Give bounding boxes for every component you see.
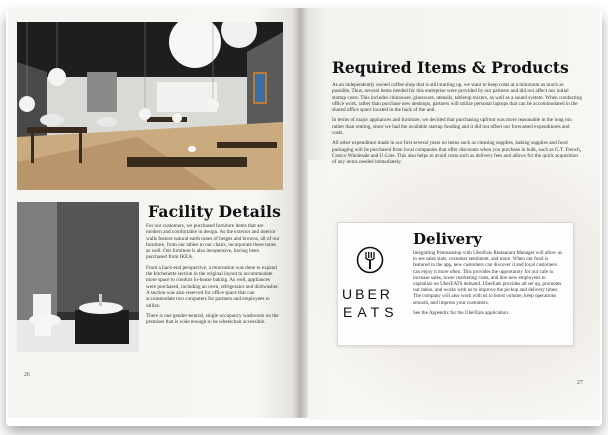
- facility-details-heading: Facility Details: [148, 202, 282, 221]
- delivery-paragraph: See the Appendix for the UberEats applic…: [413, 309, 510, 316]
- delivery-paragraph: Integrating Penmanship with UberEats Res…: [413, 250, 563, 306]
- required-items-heading: Required Items & Products: [332, 58, 569, 77]
- fork-icon: [356, 246, 384, 274]
- washroom-illustration: [17, 202, 139, 352]
- page-number-right: 27: [577, 380, 583, 386]
- washroom-image: [17, 202, 139, 352]
- uber-logo-text: UBER: [342, 286, 393, 302]
- facility-details-text: For our customers, we purchased furnitur…: [146, 223, 280, 329]
- page-gutter: [292, 8, 308, 418]
- delivery-text: Integrating Penmanship with UberEats Res…: [413, 250, 565, 320]
- page-number-left: 26: [24, 372, 30, 378]
- facility-paragraph: From a back-end perspective, a renovatio…: [146, 264, 279, 309]
- magazine-spread: Facility Details For our customers, we p…: [0, 0, 608, 435]
- facility-paragraph: For our customers, we purchased furnitur…: [146, 223, 280, 261]
- cafe-interior-image: [17, 22, 283, 190]
- required-paragraph: In terms of major appliances and furnitu…: [332, 117, 572, 137]
- required-items-text: As an independently owned coffee shop th…: [332, 82, 582, 170]
- required-paragraph: All other expenditure made in our first …: [332, 140, 582, 166]
- delivery-heading: Delivery: [413, 230, 482, 248]
- cafe-interior-illustration: [17, 22, 283, 190]
- eats-logo-text: EATS: [343, 304, 399, 320]
- facility-paragraph: There is one gender-neutral, single occu…: [146, 312, 279, 326]
- required-paragraph: As an independently owned coffee shop th…: [332, 82, 582, 114]
